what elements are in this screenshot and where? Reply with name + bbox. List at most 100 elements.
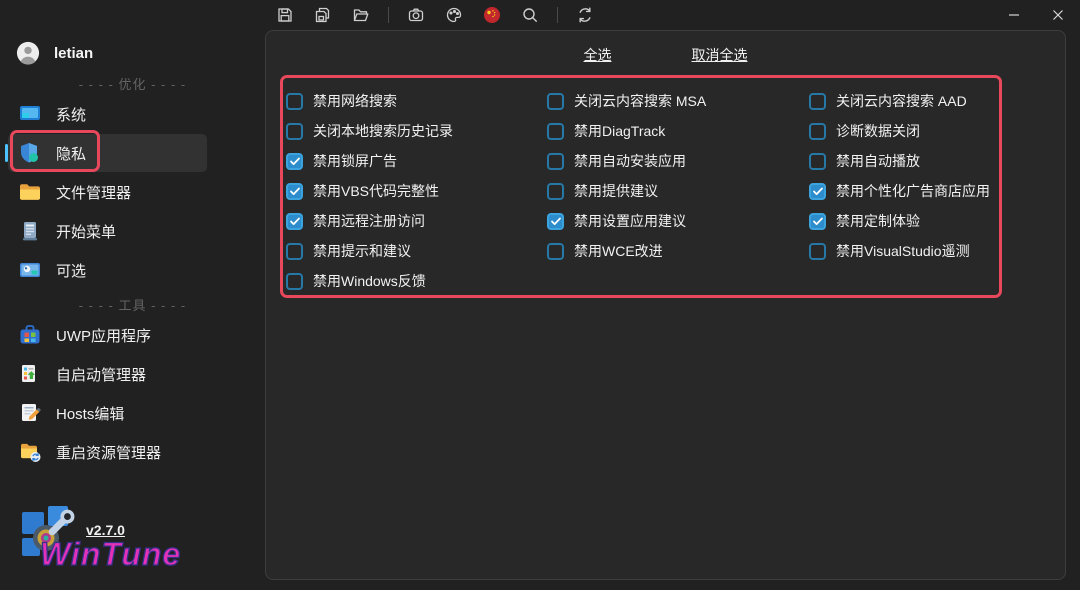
- language-button[interactable]: [477, 2, 507, 28]
- shield-icon: [18, 141, 42, 165]
- optional-features-icon: [18, 258, 42, 282]
- checkbox-item[interactable]: 关闭云内容搜索 AAD: [809, 86, 1047, 116]
- hosts-edit-icon: [18, 401, 42, 425]
- checkbox[interactable]: [809, 93, 826, 110]
- checkbox-label: 禁用网络搜索: [313, 91, 397, 111]
- sidebar-item-restart-explorer[interactable]: 重启资源管理器: [8, 433, 253, 471]
- checkbox-label: 关闭云内容搜索 MSA: [574, 91, 706, 111]
- user-name: letian: [54, 45, 93, 62]
- search-icon: [521, 6, 539, 24]
- checkbox-label: 禁用Windows反馈: [313, 271, 426, 291]
- open-folder-icon: [352, 6, 370, 24]
- checkbox-label: 关闭云内容搜索 AAD: [836, 91, 967, 111]
- checkbox-item[interactable]: 禁用远程注册访问: [286, 206, 547, 236]
- sidebar-item-label: 可选: [56, 260, 86, 281]
- checkbox-item[interactable]: 关闭本地搜索历史记录: [286, 116, 547, 146]
- uwp-apps-icon: [18, 323, 42, 347]
- checkbox[interactable]: [547, 183, 564, 200]
- checkbox[interactable]: [286, 183, 303, 200]
- checkbox-label: 禁用定制体验: [836, 211, 920, 231]
- checkbox-item[interactable]: 诊断数据关闭: [809, 116, 1047, 146]
- checkbox-label: 禁用VisualStudio遥测: [836, 241, 970, 261]
- avatar: [16, 41, 40, 65]
- start-menu-icon: [18, 219, 42, 243]
- checkbox[interactable]: [809, 213, 826, 230]
- search-button[interactable]: [515, 2, 545, 28]
- checkbox[interactable]: [286, 213, 303, 230]
- checkbox[interactable]: [547, 243, 564, 260]
- checkbox[interactable]: [809, 153, 826, 170]
- checkbox-item[interactable]: 禁用网络搜索: [286, 86, 547, 116]
- checkbox-column-2: 关闭云内容搜索 MSA 禁用DiagTrack 禁用自动安装应用 禁用提供建议 …: [547, 86, 809, 296]
- screenshot-camera-icon: [407, 6, 425, 24]
- checkbox-item[interactable]: 禁用定制体验: [809, 206, 1047, 236]
- checkbox[interactable]: [286, 153, 303, 170]
- checkbox[interactable]: [286, 93, 303, 110]
- checkbox[interactable]: [286, 243, 303, 260]
- user-row[interactable]: letian: [0, 38, 265, 68]
- checkbox-item[interactable]: 禁用VBS代码完整性: [286, 176, 547, 206]
- checkbox-label: 禁用VBS代码完整性: [313, 181, 439, 201]
- checkbox-item[interactable]: 禁用DiagTrack: [547, 116, 809, 146]
- checkbox[interactable]: [547, 93, 564, 110]
- screenshot-button[interactable]: [401, 2, 431, 28]
- minimize-icon: [1008, 9, 1020, 21]
- checkbox[interactable]: [547, 153, 564, 170]
- toolbar-separator: [557, 7, 558, 23]
- sidebar-item-uwp-apps[interactable]: UWP应用程序: [8, 316, 253, 354]
- main-panel: 全选 取消全选 禁用网络搜索 关闭本地搜索历史记录 禁用锁屏广告 禁用VBS代码…: [265, 30, 1066, 580]
- close-button[interactable]: [1036, 0, 1080, 30]
- sidebar-item-label: UWP应用程序: [56, 325, 151, 346]
- theme-button[interactable]: [439, 2, 469, 28]
- autostart-manager-icon: [18, 362, 42, 386]
- sidebar-item-system[interactable]: 系统: [8, 95, 253, 133]
- sidebar-item-start-menu[interactable]: 开始菜单: [8, 212, 253, 250]
- sidebar-item-privacy[interactable]: 隐私: [8, 134, 207, 172]
- checkbox-item[interactable]: 禁用锁屏广告: [286, 146, 547, 176]
- checkbox-item[interactable]: 禁用个性化广告商店应用: [809, 176, 1047, 206]
- checkbox-item[interactable]: 禁用VisualStudio遥测: [809, 236, 1047, 266]
- checkbox-item[interactable]: 禁用自动播放: [809, 146, 1047, 176]
- save-icon: [276, 6, 294, 24]
- sidebar-item-optional[interactable]: 可选: [8, 251, 253, 289]
- checkbox[interactable]: [286, 273, 303, 290]
- window-controls: [992, 0, 1080, 30]
- open-folder-button[interactable]: [346, 2, 376, 28]
- refresh-button[interactable]: [570, 2, 600, 28]
- sidebar-footer: v2.7.0 WinTune: [0, 498, 265, 590]
- select-all-link[interactable]: 全选: [584, 45, 612, 65]
- toolbar-separator: [388, 7, 389, 23]
- checkbox[interactable]: [547, 213, 564, 230]
- checkbox-item[interactable]: 禁用提示和建议: [286, 236, 547, 266]
- checkbox[interactable]: [286, 123, 303, 140]
- checkbox[interactable]: [547, 123, 564, 140]
- minimize-button[interactable]: [992, 0, 1036, 30]
- save-copy-button[interactable]: [308, 2, 338, 28]
- sidebar-item-label: 自启动管理器: [56, 364, 146, 385]
- sidebar-item-label: 开始菜单: [56, 221, 116, 242]
- section-header-optimize: - - - - 优化 - - - -: [0, 72, 265, 94]
- checkbox[interactable]: [809, 123, 826, 140]
- refresh-icon: [576, 6, 594, 24]
- sidebar-item-autostart-manager[interactable]: 自启动管理器: [8, 355, 253, 393]
- save-button[interactable]: [270, 2, 300, 28]
- deselect-all-link[interactable]: 取消全选: [692, 45, 748, 65]
- sidebar-item-label: 系统: [56, 104, 86, 125]
- language-china-flag-icon: [483, 6, 501, 24]
- checkbox-label: 禁用DiagTrack: [574, 121, 665, 141]
- checkbox-item[interactable]: 禁用提供建议: [547, 176, 809, 206]
- checkbox-item[interactable]: 禁用WCE改进: [547, 236, 809, 266]
- checkbox[interactable]: [809, 243, 826, 260]
- sidebar-item-file-manager[interactable]: 文件管理器: [8, 173, 253, 211]
- checkbox-item[interactable]: 关闭云内容搜索 MSA: [547, 86, 809, 116]
- checkbox-item[interactable]: 禁用Windows反馈: [286, 266, 547, 296]
- sidebar-item-hosts-edit[interactable]: Hosts编辑: [8, 394, 253, 432]
- titlebar: [0, 0, 1080, 30]
- checkbox-label: 禁用提示和建议: [313, 241, 411, 261]
- sidebar-item-label: Hosts编辑: [56, 403, 124, 424]
- checkbox-item[interactable]: 禁用设置应用建议: [547, 206, 809, 236]
- section-header-tools: - - - - 工具 - - - -: [0, 293, 265, 315]
- checkbox[interactable]: [809, 183, 826, 200]
- checkbox-item[interactable]: 禁用自动安装应用: [547, 146, 809, 176]
- theme-palette-icon: [445, 6, 463, 24]
